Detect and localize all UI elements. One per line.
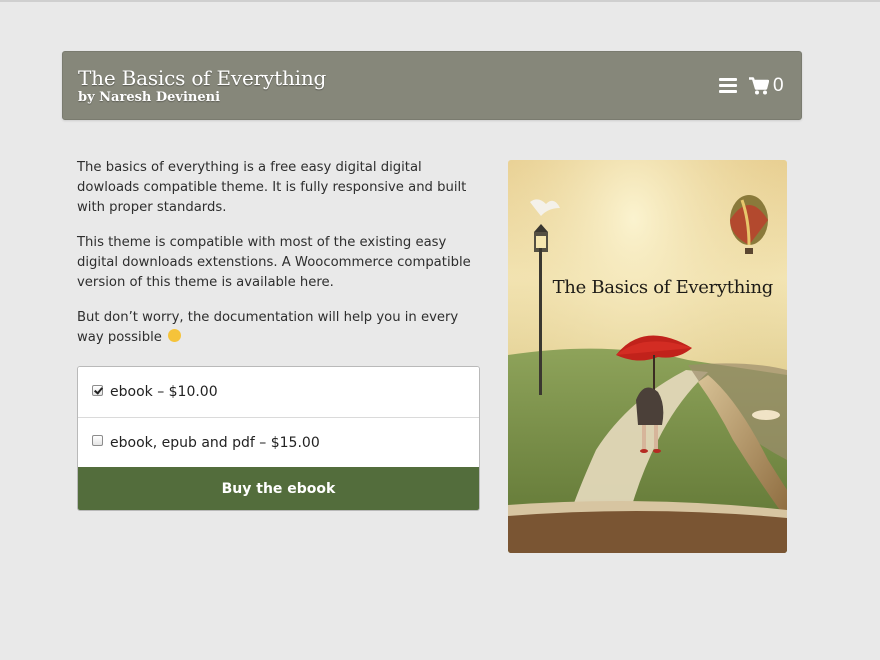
price-option-bundle[interactable]: ebook, epub and pdf – $15.00 xyxy=(78,417,479,467)
book-cover-image: The Basics of Everything xyxy=(508,160,787,553)
description-paragraph: This theme is compatible with most of th… xyxy=(77,235,471,290)
cart-count: 0 xyxy=(773,75,784,96)
site-header: The Basics of Everything by Naresh Devin… xyxy=(62,51,802,120)
buy-button[interactable]: Buy the ebook xyxy=(78,467,479,510)
smiley-emoji-icon xyxy=(168,329,182,342)
price-option-ebook[interactable]: ebook – $10.00 xyxy=(78,367,479,417)
cover-title: The Basics of Everything xyxy=(552,277,774,298)
purchase-form: ebook – $10.00 ebook, epub and pdf – $15… xyxy=(77,366,480,511)
hamburger-menu-icon[interactable] xyxy=(719,78,737,94)
description-text: But don’t worry, the documentation will … xyxy=(77,310,459,345)
description-paragraph: But don’t worry, the documentation will … xyxy=(77,308,472,348)
cover-illustration xyxy=(508,160,787,553)
price-option-label: ebook – $10.00 xyxy=(110,384,218,400)
shopping-cart-icon xyxy=(749,77,769,95)
cart-button[interactable]: 0 xyxy=(749,74,784,98)
site-title[interactable]: The Basics of Everything xyxy=(78,66,326,90)
price-option-checkbox[interactable] xyxy=(92,384,103,396)
price-option-checkbox[interactable] xyxy=(92,435,103,446)
description-paragraph: The basics of everything is a free easy … xyxy=(77,160,467,215)
product-description: The basics of everything is a free easy … xyxy=(77,158,472,363)
price-option-label: ebook, epub and pdf – $15.00 xyxy=(110,434,320,451)
site-author: by Naresh Devineni xyxy=(78,90,221,105)
